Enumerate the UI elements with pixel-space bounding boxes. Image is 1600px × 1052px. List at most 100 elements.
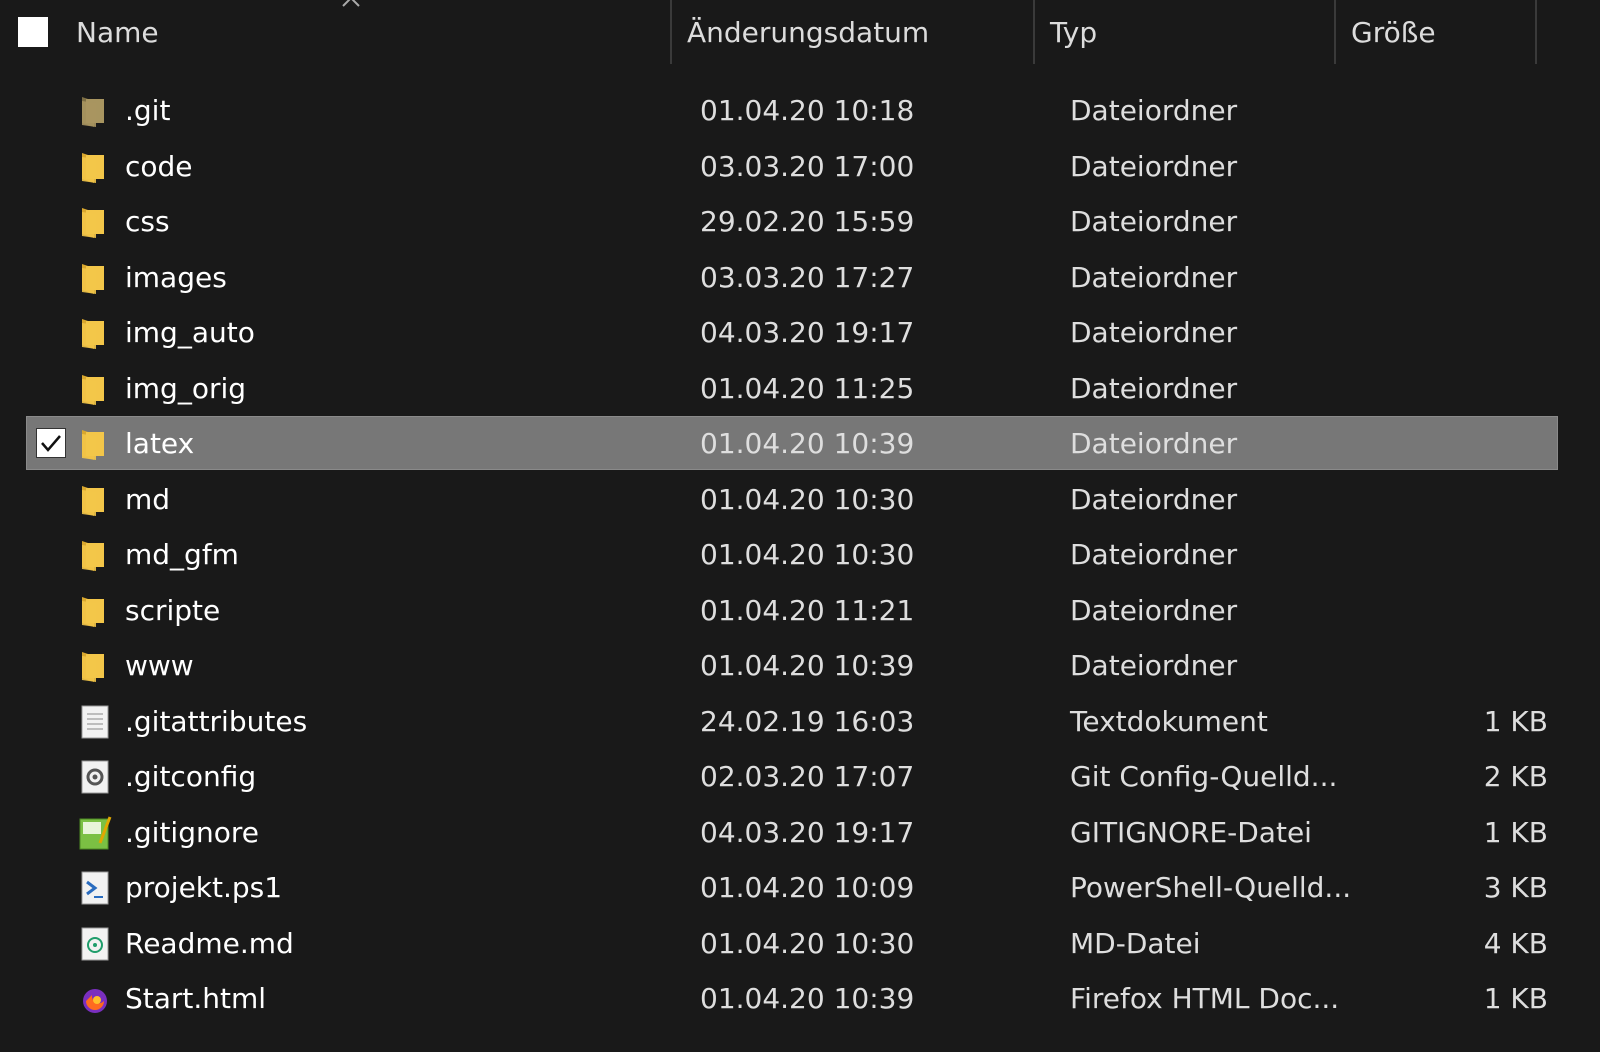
file-row[interactable]: code 03.03.20 17:00 Dateiordner xyxy=(0,139,1600,195)
folder-icon xyxy=(78,149,112,185)
file-row[interactable]: css 29.02.20 15:59 Dateiordner xyxy=(0,194,1600,250)
file-date: 01.04.20 11:21 xyxy=(700,593,915,627)
row-checkbox[interactable] xyxy=(36,428,66,458)
file-date: 04.03.20 19:17 xyxy=(700,316,915,349)
file-date: 24.02.19 16:03 xyxy=(700,704,915,738)
file-name: md xyxy=(125,482,171,516)
file-row[interactable]: scripte 01.04.20 11:21 Dateiordner xyxy=(0,583,1600,639)
file-size: 1 KB xyxy=(1483,815,1548,849)
file-row[interactable]: Readme.md 01.04.20 10:30 MD-Datei 4 KB xyxy=(0,916,1600,972)
file-name: latex xyxy=(125,427,195,460)
column-separator[interactable] xyxy=(1334,0,1336,64)
text-file-icon xyxy=(78,704,112,740)
file-size xyxy=(1380,638,1548,693)
file-row[interactable]: images 03.03.20 17:27 Dateiordner xyxy=(0,250,1600,306)
file-size xyxy=(1380,83,1548,138)
file-type: Dateiordner xyxy=(1070,649,1238,682)
column-separator[interactable] xyxy=(670,0,672,64)
git-folder-icon xyxy=(78,93,112,129)
file-type: PowerShell-Quelld... xyxy=(1070,871,1352,904)
file-date: 03.03.20 17:00 xyxy=(700,149,915,183)
folder-icon xyxy=(78,593,112,629)
file-size xyxy=(1380,305,1548,360)
file-name: code xyxy=(125,149,193,183)
file-type: Dateiordner xyxy=(1070,538,1238,571)
file-type: Git Config-Quelld... xyxy=(1070,760,1338,793)
file-name: .git xyxy=(125,94,171,127)
column-separator[interactable] xyxy=(1535,0,1537,64)
column-header-type[interactable]: Typ xyxy=(1050,0,1097,64)
markdown-file-icon xyxy=(78,926,112,962)
file-row[interactable]: .git 01.04.20 10:18 Dateiordner xyxy=(0,83,1600,139)
file-name: scripte xyxy=(125,593,221,627)
file-date: 01.04.20 10:39 xyxy=(700,649,915,682)
firefox-html-icon xyxy=(78,981,112,1017)
file-name: Start.html xyxy=(125,982,267,1015)
folder-icon xyxy=(78,482,112,518)
folder-icon xyxy=(78,371,112,407)
folder-icon xyxy=(78,648,112,684)
file-type: Textdokument xyxy=(1070,704,1268,738)
file-size: 3 KB xyxy=(1483,871,1548,904)
file-row[interactable]: www 01.04.20 10:39 Dateiordner xyxy=(0,638,1600,694)
file-size: 1 KB xyxy=(1483,982,1548,1015)
file-row[interactable]: latex 01.04.20 10:39 Dateiordner xyxy=(0,416,1600,472)
select-all-checkbox[interactable] xyxy=(18,17,48,47)
file-row[interactable]: Start.html 01.04.20 10:39 Firefox HTML Doc… xyxy=(0,971,1600,1027)
file-row[interactable]: md_gfm 01.04.20 10:30 Dateiordner xyxy=(0,527,1600,583)
folder-icon xyxy=(78,426,112,462)
file-date: 01.04.20 10:09 xyxy=(700,871,915,904)
file-type: GITIGNORE-Datei xyxy=(1070,815,1312,849)
column-separator[interactable] xyxy=(1033,0,1035,64)
file-size xyxy=(1380,583,1548,638)
file-size: 4 KB xyxy=(1483,926,1548,960)
file-name: css xyxy=(125,205,170,238)
file-type: Dateiordner xyxy=(1070,94,1238,127)
gitignore-file-icon xyxy=(78,815,112,851)
file-date: 01.04.20 11:25 xyxy=(700,371,915,405)
file-date: 01.04.20 10:39 xyxy=(700,982,915,1015)
file-name: md_gfm xyxy=(125,538,239,571)
file-size xyxy=(1380,194,1548,249)
file-date: 03.03.20 17:27 xyxy=(700,260,915,294)
file-size xyxy=(1380,139,1548,194)
config-file-icon xyxy=(78,759,112,795)
file-type: Firefox HTML Doc... xyxy=(1070,982,1340,1015)
file-row[interactable]: md 01.04.20 10:30 Dateiordner xyxy=(0,472,1600,528)
file-date: 04.03.20 19:17 xyxy=(700,815,915,849)
file-size: 2 KB xyxy=(1483,760,1548,793)
file-explorer: Name Änderungsdatum Typ Größe .git 01.04.… xyxy=(0,0,1600,1052)
column-header-size[interactable]: Größe xyxy=(1351,0,1436,64)
file-row[interactable]: img_orig 01.04.20 11:25 Dateiordner xyxy=(0,361,1600,417)
file-date: 02.03.20 17:07 xyxy=(700,760,915,793)
file-size xyxy=(1380,472,1548,527)
folder-icon xyxy=(78,315,112,351)
column-header: Name Änderungsdatum Typ Größe xyxy=(0,0,1600,64)
file-type: Dateiordner xyxy=(1070,316,1238,349)
file-type: MD-Datei xyxy=(1070,926,1201,960)
column-header-date[interactable]: Änderungsdatum xyxy=(687,0,929,64)
file-date: 01.04.20 10:30 xyxy=(700,538,915,571)
file-type: Dateiordner xyxy=(1070,427,1238,460)
file-name: projekt.ps1 xyxy=(125,871,283,904)
file-row[interactable]: .gitattributes 24.02.19 16:03 Textdokument… xyxy=(0,694,1600,750)
column-header-name[interactable]: Name xyxy=(76,0,159,64)
checkmark-icon xyxy=(41,435,61,452)
file-size xyxy=(1380,416,1548,471)
file-type: Dateiordner xyxy=(1070,149,1238,183)
sort-ascending-icon xyxy=(342,0,360,7)
file-row[interactable]: .gitconfig 02.03.20 17:07 Git Config-Quell… xyxy=(0,749,1600,805)
file-type: Dateiordner xyxy=(1070,482,1238,516)
file-row[interactable]: .gitignore 04.03.20 19:17 GITIGNORE-Datei 1… xyxy=(0,805,1600,861)
file-name: .gitattributes xyxy=(125,704,308,738)
file-date: 29.02.20 15:59 xyxy=(700,205,915,238)
file-name: .gitignore xyxy=(125,815,259,849)
file-name: .gitconfig xyxy=(125,760,257,793)
folder-icon xyxy=(78,537,112,573)
file-type: Dateiordner xyxy=(1070,371,1238,405)
file-row[interactable]: img_auto 04.03.20 19:17 Dateiordner xyxy=(0,305,1600,361)
file-date: 01.04.20 10:39 xyxy=(700,427,915,460)
file-row[interactable]: projekt.ps1 01.04.20 10:09 PowerShell-Quel… xyxy=(0,860,1600,916)
file-type: Dateiordner xyxy=(1070,205,1238,238)
file-name: img_auto xyxy=(125,316,255,349)
